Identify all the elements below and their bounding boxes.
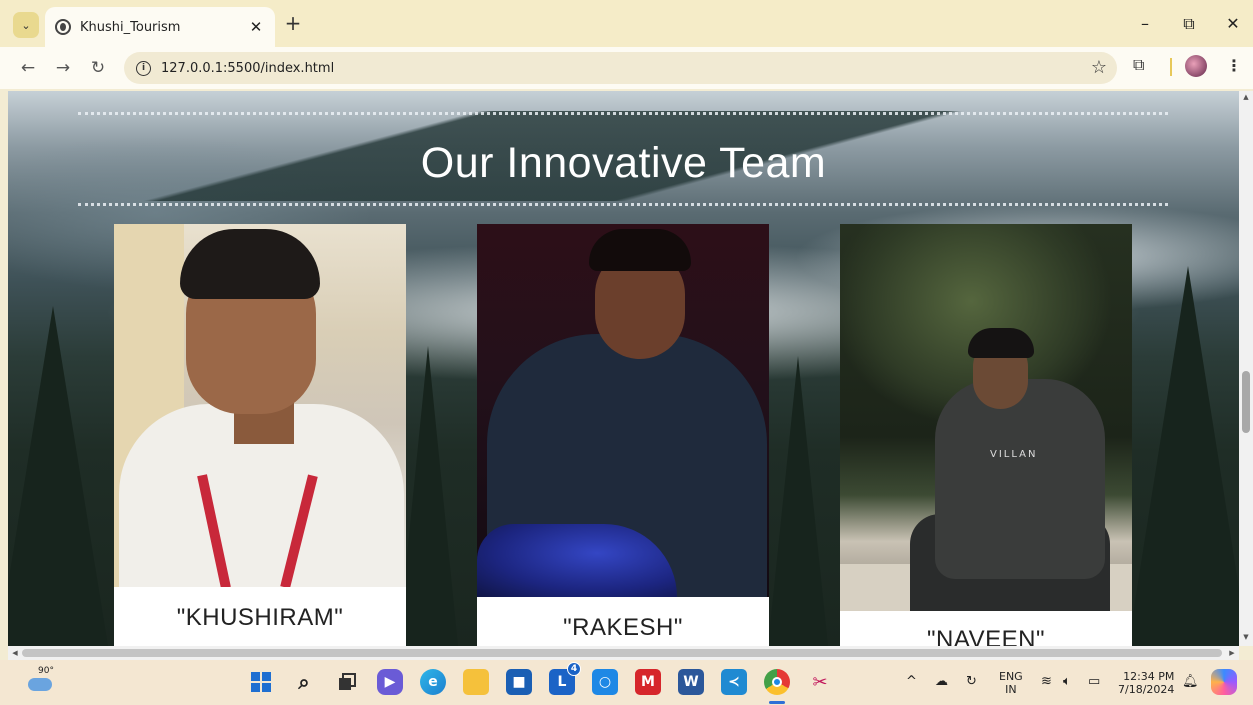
outlook-badge: 4	[567, 662, 581, 676]
windows-start-icon[interactable]	[248, 669, 274, 695]
word-icon[interactable]: W	[678, 669, 704, 695]
background-tree	[1128, 266, 1239, 646]
notification-bell-icon[interactable]: 🔔︎	[1182, 674, 1199, 689]
weather-temp: 90°	[38, 666, 54, 676]
security-icon[interactable]: ○	[592, 669, 618, 695]
background-tree	[8, 306, 108, 646]
teams-icon[interactable]: ▶	[377, 669, 403, 695]
scroll-left-arrow-icon[interactable]: ◀	[8, 646, 22, 660]
horizontal-scrollbar[interactable]: ◀ ▶	[8, 646, 1239, 660]
mcafee-icon[interactable]: M	[635, 669, 661, 695]
clock-date: 7/18/2024	[1118, 683, 1175, 696]
wifi-icon[interactable]: ≋	[1041, 674, 1052, 689]
scroll-right-arrow-icon[interactable]: ▶	[1225, 646, 1239, 660]
scrollbar-thumb[interactable]	[22, 649, 1222, 657]
store-icon[interactable]: ■	[506, 669, 532, 695]
task-view-icon[interactable]	[334, 669, 360, 695]
clock-time: 12:34 PM	[1123, 670, 1175, 683]
back-arrow-icon[interactable]: ←	[15, 55, 41, 81]
tab-strip: ⌄ Khushi_Tourism ✕ + – ⧉ ✕	[0, 0, 1253, 47]
star-icon[interactable]: ☆	[1091, 57, 1107, 78]
page-viewport: Our Innovative Team "KHUSHIRAM" "RAKESH"	[8, 91, 1239, 646]
close-window-button[interactable]: ✕	[1218, 10, 1248, 38]
sync-icon[interactable]: ↻	[966, 674, 977, 689]
team-member-photo	[114, 224, 406, 587]
team-member-photo	[477, 224, 769, 597]
address-bar[interactable]: i 127.0.0.1:5500/index.html ☆	[124, 52, 1117, 84]
info-icon[interactable]: i	[136, 60, 151, 76]
taskbar: 90° ⌕ ▶ e ■ L4 ○ M W ≺ ✂ ^ ☁ ↻ ENG IN ≋ …	[0, 660, 1253, 705]
section-title: Our Innovative Team	[420, 139, 827, 187]
search-icon[interactable]: ⌕	[291, 669, 317, 695]
outlook-icon[interactable]: L4	[549, 662, 581, 695]
globe-icon	[55, 19, 71, 35]
scrollbar-thumb[interactable]	[1242, 371, 1250, 433]
toolbar-divider	[1170, 58, 1172, 76]
language-bottom: IN	[1005, 683, 1017, 696]
chevron-down-icon[interactable]: ⌄	[13, 12, 39, 38]
background-tree	[398, 346, 458, 646]
scroll-down-arrow-icon[interactable]: ▼	[1239, 633, 1253, 641]
team-member-name: "NAVEEN"	[927, 626, 1045, 646]
team-card[interactable]: VILLAN "NAVEEN"	[840, 224, 1132, 646]
vscode-icon[interactable]: ≺	[721, 669, 747, 695]
team-member-name: "RAKESH"	[563, 614, 683, 641]
minimize-button[interactable]: –	[1130, 10, 1160, 38]
forward-arrow-icon[interactable]: →	[50, 55, 76, 81]
language-indicator[interactable]: ENG IN	[999, 670, 1023, 696]
battery-icon[interactable]: ▭	[1088, 674, 1100, 689]
vertical-scrollbar[interactable]: ▲ ▼	[1239, 91, 1253, 646]
browser-toolbar: ← → ↻ i 127.0.0.1:5500/index.html ☆	[0, 47, 1253, 89]
restore-button[interactable]: ⧉	[1174, 10, 1204, 38]
tab-title: Khushi_Tourism	[80, 19, 181, 35]
copilot-icon[interactable]	[1211, 669, 1237, 695]
profile-icon[interactable]	[1185, 55, 1207, 77]
new-tab-button[interactable]: +	[282, 12, 304, 34]
active-app-indicator	[769, 701, 785, 704]
team-member-name: "KHUSHIRAM"	[176, 604, 344, 631]
reload-icon[interactable]: ↻	[85, 55, 111, 81]
edge-icon[interactable]: e	[420, 669, 446, 695]
background-tree	[768, 356, 828, 646]
menu-icon[interactable]: ⋮	[1226, 56, 1242, 75]
close-tab-button[interactable]: ✕	[247, 18, 265, 36]
snipping-tool-icon[interactable]: ✂	[807, 669, 833, 695]
team-card[interactable]: "KHUSHIRAM"	[114, 224, 406, 646]
weather-icon[interactable]: 90°	[28, 666, 54, 692]
volume-icon[interactable]: 🔈︎	[1063, 674, 1071, 689]
chevron-up-icon[interactable]: ^	[906, 674, 917, 689]
browser-tab[interactable]: Khushi_Tourism ✕	[45, 7, 275, 47]
file-explorer-icon[interactable]	[463, 669, 489, 695]
scroll-up-arrow-icon[interactable]: ▲	[1239, 93, 1253, 101]
title-divider-bottom	[78, 203, 1168, 206]
onedrive-icon[interactable]: ☁	[935, 674, 948, 689]
team-member-photo: VILLAN	[840, 224, 1132, 611]
hoodie-print: VILLAN	[990, 449, 1038, 460]
chrome-icon[interactable]	[764, 669, 790, 695]
team-card[interactable]: "RAKESH"	[477, 224, 769, 646]
language-top: ENG	[999, 670, 1023, 683]
extensions-icon[interactable]: ⧉	[1133, 55, 1144, 75]
title-divider-top	[78, 112, 1168, 115]
url-text[interactable]: 127.0.0.1:5500/index.html	[161, 61, 334, 76]
clock[interactable]: 12:34 PM 7/18/2024	[1118, 670, 1174, 696]
